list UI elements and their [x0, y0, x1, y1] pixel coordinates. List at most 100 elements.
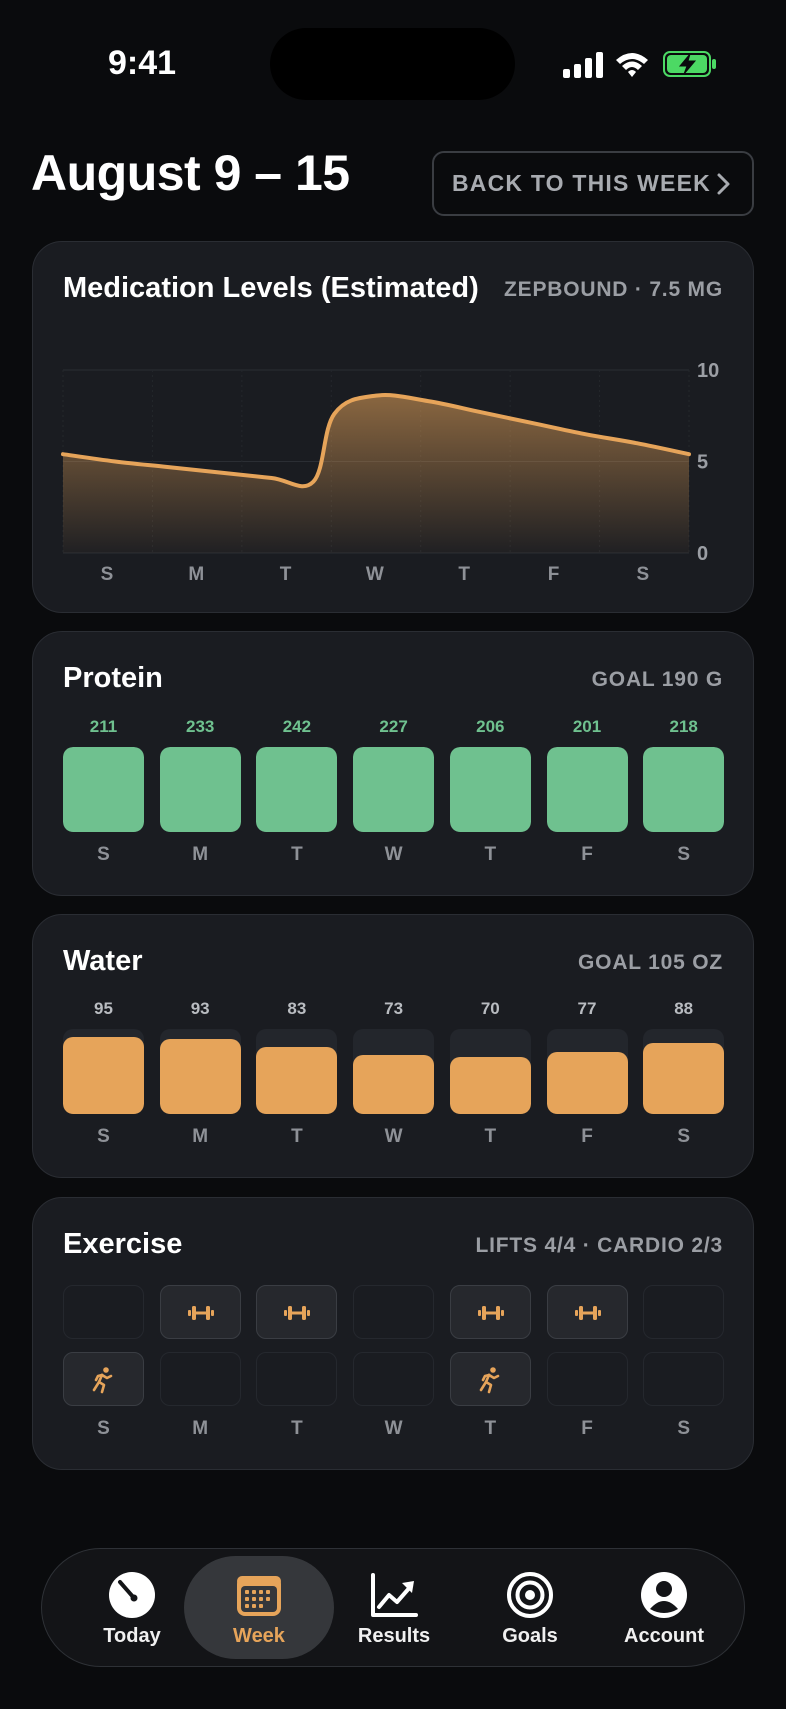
- cardio-cell[interactable]: [159, 1352, 241, 1406]
- page-title: August 9 – 15: [31, 145, 350, 201]
- cardio-cell[interactable]: [353, 1352, 435, 1406]
- running-icon: [92, 1367, 113, 1394]
- water-bar-track: [449, 1029, 531, 1114]
- cardio-cell[interactable]: [546, 1352, 628, 1406]
- protein-card[interactable]: Protein GOAL 190 G 211 S 233 M 242 T 227 W 206 T 2…: [32, 631, 754, 896]
- status-time: 9:41: [108, 44, 177, 82]
- water-bar: [643, 1042, 725, 1114]
- protein-value: 242: [282, 717, 312, 736]
- back-to-this-week-button[interactable]: BACK TO THIS WEEK: [432, 151, 754, 216]
- person-icon: [641, 1572, 687, 1618]
- protein-day-label: F: [581, 844, 593, 865]
- water-bar-track: [256, 1029, 338, 1114]
- protein-value: 218: [669, 717, 698, 736]
- tab-account-label: Account: [624, 1625, 704, 1647]
- lift-cell[interactable]: [256, 1285, 338, 1339]
- calendar-icon: [237, 1576, 281, 1616]
- exercise-day-label: M: [192, 1418, 209, 1439]
- medication-level-chart: 10 5 0 S M T W T F S: [61, 360, 719, 585]
- water-card[interactable]: Water GOAL 105 OZ 95 S 93 M 83 T 73 W 70 T 77 F 88 S: [32, 914, 754, 1178]
- water-bar-track: [643, 1029, 725, 1114]
- x-tick-label: F: [548, 564, 560, 585]
- protein-value: 201: [572, 717, 602, 736]
- water-bar: [449, 1057, 531, 1114]
- water-bar-track: [159, 1029, 241, 1114]
- cardio-cell[interactable]: [449, 1352, 531, 1406]
- protein-bar: [449, 747, 531, 832]
- water-value: 93: [190, 999, 210, 1018]
- back-to-this-week-label: BACK TO THIS WEEK: [452, 170, 711, 196]
- exercise-day-label: T: [484, 1418, 497, 1439]
- tab-account[interactable]: Account: [594, 1549, 734, 1668]
- y-tick-label: 10: [697, 360, 719, 382]
- lift-cell[interactable]: [63, 1285, 144, 1339]
- status-bar: 9:41: [0, 0, 786, 120]
- dumbbell-icon: [284, 1306, 311, 1320]
- water-value: 95: [94, 999, 113, 1018]
- protein-bar-track: [449, 747, 531, 832]
- water-day-label: F: [581, 1126, 593, 1147]
- tab-goals[interactable]: Goals: [460, 1549, 600, 1668]
- tab-today[interactable]: Today: [62, 1549, 202, 1668]
- cellular-signal-icon: [563, 52, 603, 78]
- lift-cell[interactable]: [643, 1285, 725, 1339]
- y-tick-label: 5: [697, 452, 708, 474]
- exercise-grid: SMTWTFS: [63, 1198, 725, 1471]
- water-day-label: T: [484, 1126, 497, 1147]
- lift-cell[interactable]: [546, 1285, 628, 1339]
- water-day-label: W: [384, 1126, 403, 1147]
- water-day-label: M: [192, 1126, 209, 1147]
- water-value: 73: [384, 999, 404, 1018]
- protein-bar: [643, 747, 725, 832]
- protein-bar: [256, 747, 338, 832]
- tab-week[interactable]: Week: [184, 1549, 334, 1668]
- water-bar: [159, 1038, 241, 1114]
- protein-day-label: W: [384, 844, 403, 865]
- cardio-cell[interactable]: [256, 1352, 338, 1406]
- dumbbell-icon: [477, 1306, 504, 1320]
- tab-bar: Today Week Results Goals Account: [41, 1548, 745, 1667]
- protein-bar-track: [643, 747, 725, 832]
- protein-bar-track: [546, 747, 628, 832]
- exercise-day-label: F: [581, 1418, 593, 1439]
- x-tick-label: W: [366, 564, 384, 585]
- protein-bar-track: [353, 747, 435, 832]
- exercise-day-label: S: [97, 1418, 110, 1439]
- cardio-cell[interactable]: [63, 1352, 144, 1406]
- trend-chart-icon: [371, 1573, 418, 1617]
- protein-value: 233: [186, 717, 215, 736]
- running-icon: [479, 1367, 500, 1394]
- exercise-day-label: S: [677, 1418, 691, 1439]
- target-icon: [507, 1572, 553, 1618]
- medication-levels-card[interactable]: Medication Levels (Estimated) ZEPBOUND ·…: [32, 241, 754, 613]
- tab-goals-label: Goals: [502, 1625, 558, 1647]
- protein-day-label: M: [192, 844, 209, 865]
- lift-cell[interactable]: [449, 1285, 531, 1339]
- protein-bar: [159, 747, 241, 832]
- protein-value: 227: [379, 717, 408, 736]
- water-bar-track: [546, 1029, 628, 1114]
- cardio-cell[interactable]: [643, 1352, 725, 1406]
- x-tick-label: M: [188, 564, 204, 585]
- water-day-label: S: [97, 1126, 110, 1147]
- water-bars: 95 S 93 M 83 T 73 W 70 T 77 F 88 S: [63, 915, 725, 1179]
- protein-bars: 211 S 233 M 242 T 227 W 206 T 201 F 218 S: [63, 632, 725, 897]
- tab-week-label: Week: [233, 1625, 285, 1647]
- water-bar-track: [63, 1029, 144, 1114]
- protein-bar: [353, 747, 435, 832]
- lift-cell[interactable]: [159, 1285, 241, 1339]
- exercise-card[interactable]: Exercise LIFTS 4/4 · CARDIO 2/3 SMTWTFS: [32, 1197, 754, 1470]
- tab-today-label: Today: [103, 1625, 161, 1647]
- water-bar: [63, 1037, 144, 1114]
- lift-cell[interactable]: [353, 1285, 435, 1339]
- protein-value: 206: [476, 717, 505, 736]
- protein-bar: [546, 747, 628, 832]
- tab-results[interactable]: Results: [324, 1549, 464, 1668]
- x-tick-label: S: [636, 564, 649, 585]
- battery-charging-icon: [663, 51, 716, 77]
- x-tick-label: S: [101, 564, 114, 585]
- exercise-day-label: T: [291, 1418, 303, 1439]
- water-value: 83: [287, 999, 307, 1018]
- protein-day-label: T: [291, 844, 303, 865]
- protein-bar-track: [159, 747, 241, 832]
